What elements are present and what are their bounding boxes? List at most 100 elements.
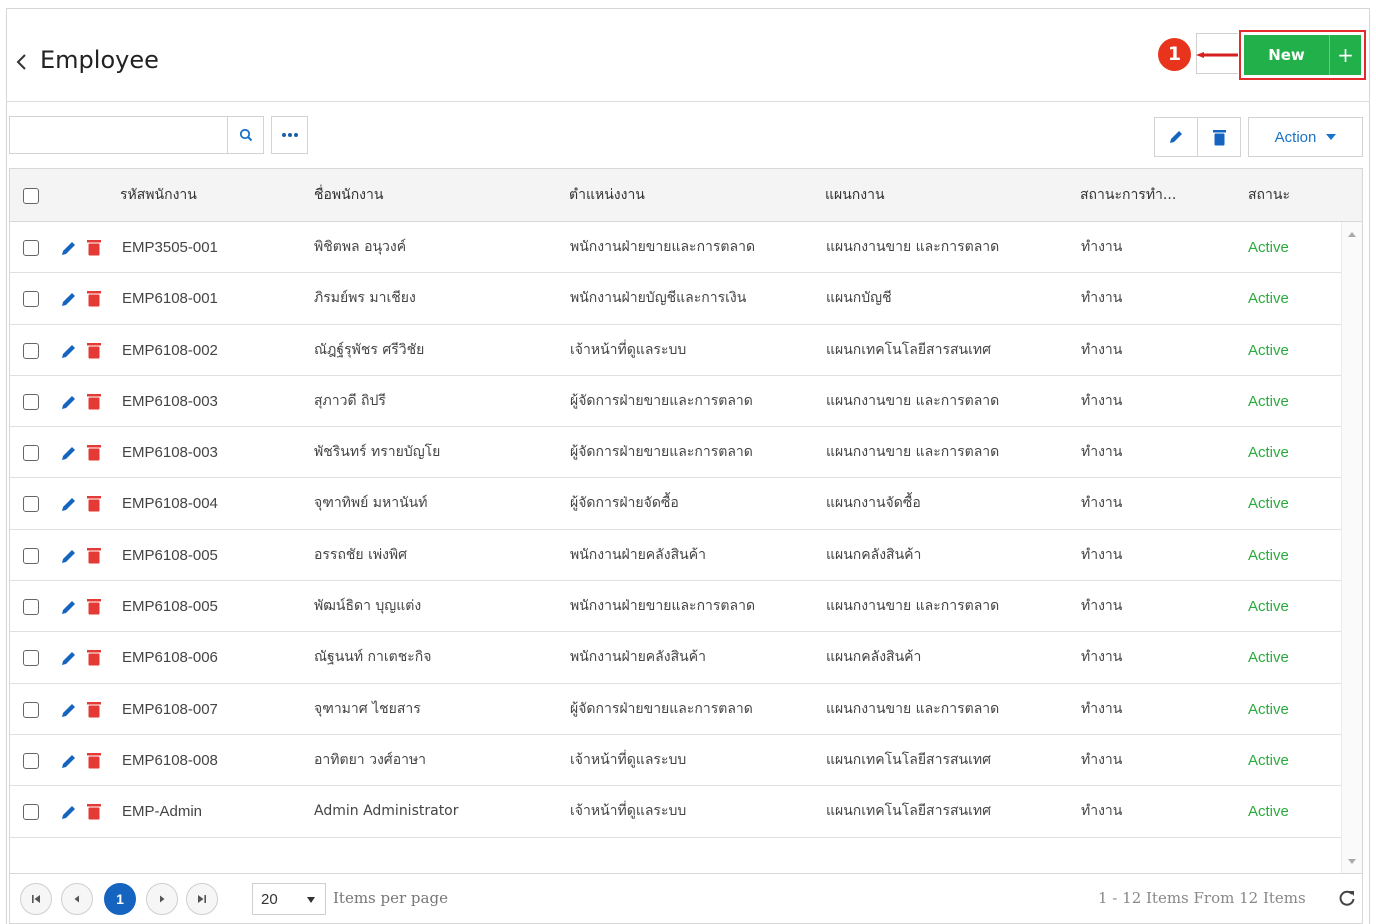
caret-down-icon	[307, 897, 315, 903]
column-header-employee-code[interactable]: รหัสพนักงาน	[120, 169, 197, 222]
cell-work-status: ทำงาน	[1081, 700, 1123, 717]
column-header-position[interactable]: ตำแหน่งงาน	[569, 169, 645, 222]
cell-department: แผนกงานขาย และการตลาด	[826, 444, 1000, 461]
page-number-button[interactable]: 1	[104, 883, 136, 915]
trash-icon[interactable]	[87, 393, 101, 410]
cell-work-status: ทำงาน	[1081, 803, 1123, 820]
last-page-button[interactable]	[186, 883, 218, 915]
row-checkbox[interactable]	[23, 599, 39, 616]
bulk-delete-button[interactable]	[1197, 117, 1241, 157]
vertical-scrollbar[interactable]	[1341, 222, 1362, 873]
table-row[interactable]: EMP6108-008 อาทิตยา วงศ์อาษา เจ้าหน้าที่ดู…	[10, 735, 1341, 787]
first-page-icon	[32, 895, 40, 903]
cell-status: Active	[1248, 444, 1289, 462]
pencil-icon[interactable]	[60, 803, 78, 821]
table-row[interactable]: EMP6108-006 ณัฐนนท์ กาเตชะกิจ พนักงานฝ่ายค…	[10, 632, 1341, 684]
pencil-icon[interactable]	[60, 342, 78, 360]
trash-icon[interactable]	[87, 444, 101, 461]
cell-employee-code: EMP6108-003	[122, 444, 218, 462]
next-page-icon	[160, 895, 165, 903]
pencil-icon[interactable]	[60, 752, 78, 770]
pencil-icon[interactable]	[60, 444, 78, 462]
column-header-department[interactable]: แผนกงาน	[825, 169, 885, 222]
table-row[interactable]: EMP-Admin Admin Administrator เจ้าหน้าที่ด…	[10, 786, 1341, 838]
previous-page-button[interactable]	[61, 883, 93, 915]
column-header-status[interactable]: สถานะ	[1248, 169, 1290, 222]
first-page-button[interactable]	[20, 883, 52, 915]
pencil-icon[interactable]	[60, 239, 78, 257]
cell-status: Active	[1248, 598, 1289, 616]
pencil-icon[interactable]	[60, 290, 78, 308]
table-row[interactable]: EMP6108-005 อรรถชัย เพ่งพิศ พนักงานฝ่ายคลั…	[10, 530, 1341, 582]
trash-icon[interactable]	[87, 598, 101, 615]
select-all-checkbox[interactable]	[23, 188, 39, 204]
cell-employee-code: EMP6108-001	[122, 290, 218, 308]
row-checkbox[interactable]	[23, 393, 39, 410]
row-checkbox[interactable]	[23, 445, 39, 462]
cell-department: แผนกเทคโนโลยีสารสนเทศ	[826, 751, 991, 768]
trash-icon[interactable]	[87, 342, 101, 359]
trash-icon[interactable]	[87, 752, 101, 769]
cell-department: แผนกเทคโนโลยีสารสนเทศ	[826, 341, 991, 358]
trash-icon[interactable]	[87, 547, 101, 564]
trash-icon[interactable]	[87, 239, 101, 256]
table-row[interactable]: EMP3505-001 พิชิตพล อนุวงค์ พนักงานฝ่ายขาย…	[10, 222, 1341, 274]
table-row[interactable]: EMP6108-003 สุภาวดี ถิปรี ผู้จัดการฝ่ายขาย…	[10, 376, 1341, 428]
cell-employee-name: ณัฐนนท์ กาเตชะกิจ	[314, 649, 432, 666]
row-checkbox[interactable]	[23, 496, 39, 513]
refresh-icon[interactable]	[1337, 888, 1357, 908]
row-checkbox[interactable]	[23, 804, 39, 821]
table-row[interactable]: EMP6108-002 ณัฎฐ์รุพัชร ศรีวิชัย เจ้าหน้าท…	[10, 325, 1341, 376]
plus-icon[interactable]: +	[1329, 35, 1361, 75]
more-options-button[interactable]	[271, 116, 308, 154]
column-header-work-status[interactable]: สถานะการทำ...	[1080, 169, 1176, 222]
row-checkbox[interactable]	[23, 240, 39, 256]
column-header-employee-name[interactable]: ชื่อพนักงาน	[314, 169, 383, 222]
table-row[interactable]: EMP6108-007 จุฑามาศ ไชยสาร ผู้จัดการฝ่ายขา…	[10, 684, 1341, 735]
cell-employee-name: ณัฎฐ์รุพัชร ศรีวิชัย	[314, 341, 425, 358]
row-checkbox[interactable]	[23, 752, 39, 769]
search-input[interactable]	[10, 117, 227, 153]
cell-position: ผู้จัดการฝ่ายขายและการตลาด	[570, 392, 753, 409]
trash-icon[interactable]	[87, 649, 101, 666]
next-page-button[interactable]	[146, 883, 178, 915]
pencil-icon[interactable]	[60, 393, 78, 411]
table-row[interactable]: EMP6108-003 พัชรินทร์ ทรายบัญโย ผู้จัดการฝ…	[10, 427, 1341, 479]
cell-position: พนักงานฝ่ายขายและการตลาด	[570, 598, 756, 615]
trash-icon[interactable]	[87, 803, 101, 820]
table-row[interactable]: EMP6108-004 จุฑาทิพย์ มหานันท์ ผู้จัดการฝ่…	[10, 478, 1341, 530]
table-row[interactable]: EMP6108-005 พัฒน์ธิดา บุญแต่ง พนักงานฝ่ายข…	[10, 581, 1341, 633]
pencil-icon[interactable]	[60, 649, 78, 667]
action-dropdown[interactable]: Action	[1248, 117, 1363, 157]
new-button[interactable]: New +	[1244, 35, 1361, 75]
scroll-down-icon[interactable]	[1348, 859, 1356, 864]
row-checkbox[interactable]	[23, 650, 39, 667]
row-checkbox[interactable]	[23, 291, 39, 308]
row-checkbox[interactable]	[23, 547, 39, 564]
pencil-icon[interactable]	[60, 547, 78, 565]
cell-position: พนักงานฝ่ายขายและการตลาด	[570, 239, 756, 255]
chevron-left-icon[interactable]	[14, 52, 28, 72]
row-checkbox[interactable]	[23, 342, 39, 359]
cell-employee-name: อรรถชัย เพ่งพิศ	[314, 546, 408, 563]
table-row[interactable]: EMP6108-001 ภิรมย์พร มาเชียง พนักงานฝ่ายบั…	[10, 273, 1341, 325]
scroll-up-icon[interactable]	[1348, 232, 1356, 237]
cell-status: Active	[1248, 546, 1289, 564]
row-checkbox[interactable]	[23, 701, 39, 718]
cell-department: แผนกคลังสินค้า	[826, 546, 922, 563]
page-size-select[interactable]: 20	[252, 883, 326, 915]
new-button-label: New	[1268, 46, 1305, 64]
search-button[interactable]	[227, 117, 263, 153]
callout-arrow-icon	[1196, 52, 1238, 58]
search-box	[9, 116, 264, 154]
cell-employee-code: EMP6108-006	[122, 649, 218, 667]
new-button-highlight: New +	[1239, 30, 1366, 80]
trash-icon[interactable]	[87, 495, 101, 512]
pencil-icon[interactable]	[60, 495, 78, 513]
trash-icon[interactable]	[87, 701, 101, 718]
pencil-icon[interactable]	[60, 701, 78, 719]
bulk-edit-button[interactable]	[1154, 117, 1198, 157]
pencil-icon[interactable]	[60, 598, 78, 616]
trash-icon[interactable]	[87, 290, 101, 307]
search-icon	[239, 128, 252, 142]
